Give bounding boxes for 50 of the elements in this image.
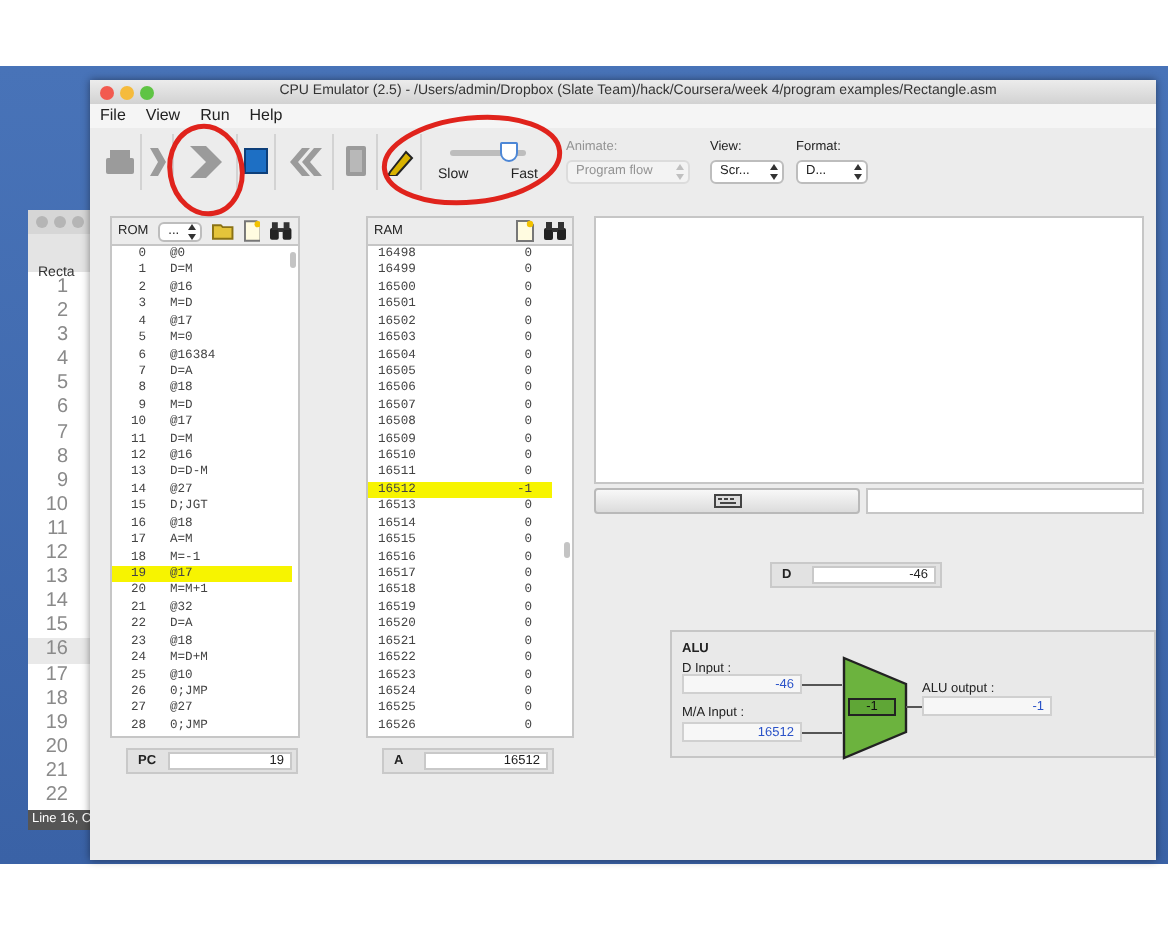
annotation-ellipse — [167, 123, 245, 217]
line-number: 8 — [54, 445, 70, 470]
binoculars-icon[interactable] — [544, 222, 566, 240]
line-number: 7 — [54, 421, 70, 446]
line-number: 19 — [43, 711, 70, 736]
pencil-icon[interactable] — [385, 147, 413, 175]
binoculars-icon[interactable] — [270, 222, 293, 240]
slider-thumb[interactable] — [500, 142, 519, 163]
line-number: 22 — [43, 783, 70, 809]
document-icon[interactable] — [516, 220, 534, 242]
line-number: 4 — [54, 348, 70, 373]
stop-icon[interactable] — [244, 148, 268, 174]
scrollbar-thumb[interactable] — [564, 542, 570, 558]
line-number: 13 — [43, 566, 70, 591]
line-number: 12 — [43, 542, 70, 567]
stepper-icon — [770, 163, 778, 179]
connector-line — [906, 706, 922, 710]
menu-item[interactable]: Help — [249, 104, 283, 128]
stepper-icon — [187, 223, 196, 239]
line-number: 2 — [54, 300, 70, 325]
line-number: 21 — [43, 759, 70, 784]
connector-line — [802, 684, 842, 688]
line-number: 6 — [54, 396, 70, 422]
stepper-icon — [676, 163, 684, 179]
keyboard-field[interactable] — [866, 488, 1144, 514]
close-button[interactable] — [100, 85, 114, 99]
line-number: 1 — [56, 276, 68, 301]
line-number: 9 — [54, 469, 70, 494]
zoom-button[interactable] — [140, 85, 154, 99]
menu-item[interactable]: File — [100, 104, 126, 128]
line-number: 16 — [28, 638, 90, 663]
connector-line — [802, 732, 842, 736]
menu-item[interactable]: View — [145, 104, 181, 128]
keyboard-icon — [713, 494, 741, 508]
line-number: 15 — [43, 614, 70, 639]
folder-icon[interactable] — [211, 222, 234, 240]
line-number: 17 — [43, 663, 70, 688]
line-number: 18 — [43, 687, 70, 712]
line-number: 14 — [43, 590, 70, 615]
line-number: 11 — [45, 517, 70, 543]
line-number: 5 — [54, 372, 70, 397]
line-number: 20 — [43, 735, 70, 760]
minimize-button[interactable] — [120, 85, 134, 99]
line-number: 3 — [54, 324, 70, 349]
document-icon[interactable] — [243, 220, 261, 242]
scrollbar-thumb[interactable] — [290, 252, 296, 268]
keyboard-button[interactable] — [594, 488, 860, 514]
line-number: 10 — [43, 493, 70, 518]
stepper-icon — [854, 163, 862, 179]
menu-item[interactable]: Run — [200, 104, 230, 128]
